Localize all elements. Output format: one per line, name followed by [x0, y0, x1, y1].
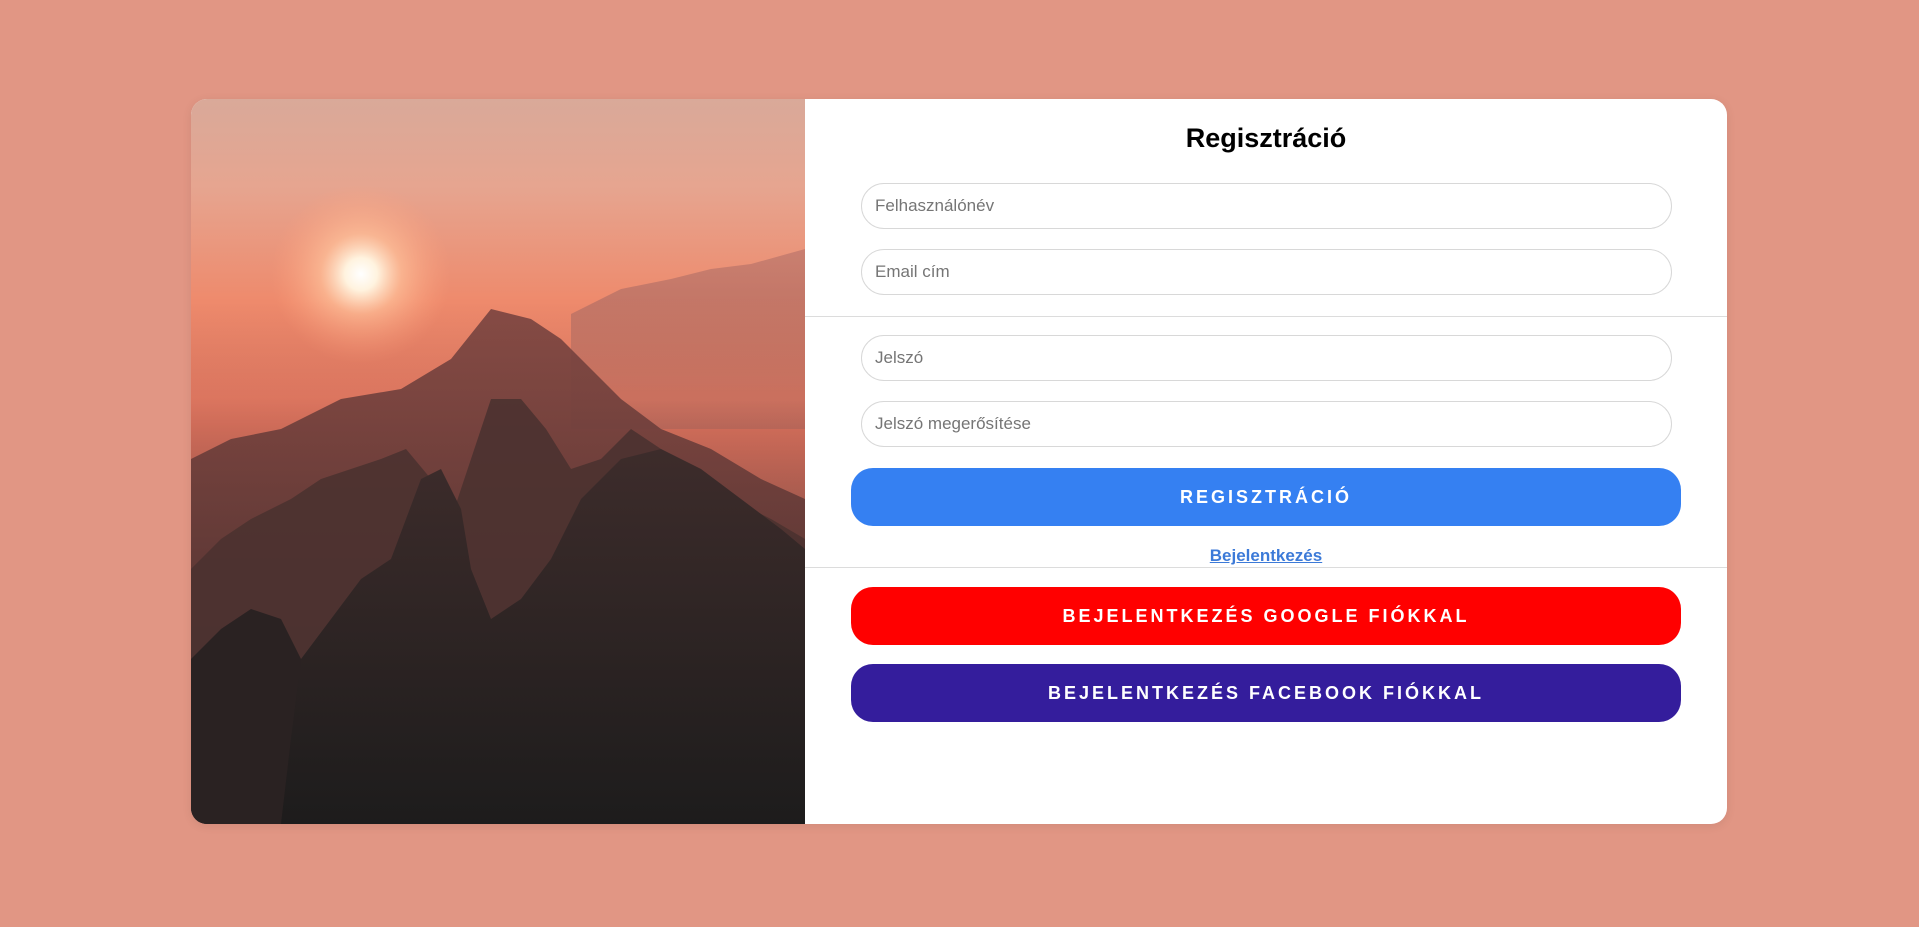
page-title: Regisztráció	[1185, 123, 1347, 153]
divider	[805, 567, 1727, 568]
mountain-sunset-image	[191, 99, 805, 824]
password-confirm-field[interactable]	[861, 401, 1672, 447]
registration-card: Regisztráció REGISZTRÁCIÓ Bejelentkezés …	[191, 99, 1727, 824]
facebook-login-button[interactable]: BEJELENTKEZÉS FACEBOOK FIÓKKAL	[851, 664, 1681, 722]
registration-form-panel: Regisztráció REGISZTRÁCIÓ Bejelentkezés …	[805, 99, 1727, 824]
google-login-button[interactable]: BEJELENTKEZÉS GOOGLE FIÓKKAL	[851, 587, 1681, 645]
register-button[interactable]: REGISZTRÁCIÓ	[851, 468, 1681, 526]
login-link[interactable]: Bejelentkezés	[805, 546, 1727, 566]
username-field[interactable]	[861, 183, 1672, 229]
password-field[interactable]	[861, 335, 1672, 381]
email-field[interactable]	[861, 249, 1672, 295]
divider	[805, 316, 1727, 317]
